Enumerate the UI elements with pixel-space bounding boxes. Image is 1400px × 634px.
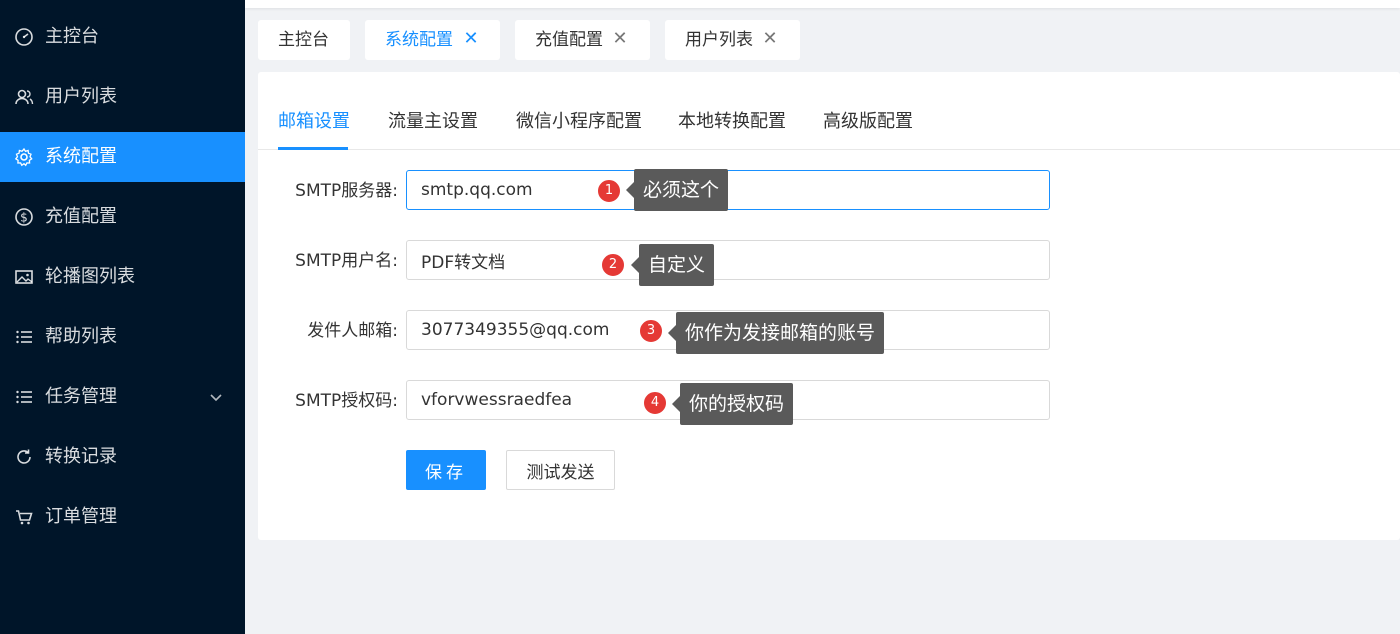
step-badge: 3 [638, 318, 664, 344]
sidebar-item-tasks[interactable]: 任务管理 [0, 372, 245, 422]
config-subtabs: 邮箱设置 流量主设置 微信小程序配置 本地转换配置 高级版配置 [258, 102, 1400, 150]
chevron-down-icon [208, 389, 224, 405]
annotation-tooltip: 你作为发接邮箱的账号 [667, 312, 885, 354]
tab-dashboard[interactable]: 主控台 [258, 20, 350, 60]
list-icon [14, 327, 34, 347]
tab-label: 主控台 [278, 30, 329, 50]
smtp-auth-code-label: SMTP授权码: [295, 391, 398, 411]
sidebar-item-recharge-config[interactable]: $ 充值配置 [0, 192, 245, 242]
smtp-username-label: SMTP用户名: [295, 251, 398, 271]
subtab-local-conversion[interactable]: 本地转换配置 [678, 110, 786, 134]
sender-email-label: 发件人邮箱: [307, 321, 398, 341]
close-icon[interactable]: ✕ [462, 30, 480, 48]
close-icon[interactable]: ✕ [761, 30, 779, 48]
dashboard-icon [14, 27, 34, 47]
step-badge: 4 [642, 390, 668, 416]
sidebar-item-orders[interactable]: 订单管理 [0, 492, 245, 542]
tab-system-config[interactable]: 系统配置 ✕ [365, 20, 500, 60]
sidebar-item-carousel[interactable]: 轮播图列表 [0, 252, 245, 302]
tab-label: 充值配置 [535, 30, 603, 50]
tab-user-list[interactable]: 用户列表 ✕ [665, 20, 800, 60]
tab-label: 用户列表 [685, 30, 753, 50]
close-icon[interactable]: ✕ [611, 30, 629, 48]
svg-text:$: $ [20, 211, 28, 225]
sidebar-item-label: 充值配置 [45, 206, 117, 227]
subtab-advanced-config[interactable]: 高级版配置 [823, 110, 913, 134]
step-badge: 1 [596, 178, 622, 204]
subtab-wechat-miniprogram[interactable]: 微信小程序配置 [516, 110, 642, 134]
dollar-icon: $ [14, 207, 34, 227]
sidebar: 主控台 用户列表 系统配置 $ 充值配置 轮播图列表 帮助列表 任务管理 转换记… [0, 0, 245, 634]
sidebar-item-system-config[interactable]: 系统配置 [0, 132, 245, 182]
sidebar-item-label: 订单管理 [45, 506, 117, 527]
subtab-email-settings[interactable]: 邮箱设置 [278, 110, 350, 134]
subtab-traffic-settings[interactable]: 流量主设置 [388, 110, 478, 134]
sidebar-item-label: 转换记录 [45, 446, 117, 467]
test-send-button[interactable]: 测试发送 [506, 450, 615, 490]
list-icon [14, 387, 34, 407]
active-tab-indicator [278, 147, 348, 150]
annotation-tooltip: 必须这个 [625, 169, 729, 211]
sidebar-item-label: 系统配置 [45, 146, 117, 167]
sidebar-item-label: 任务管理 [45, 386, 117, 407]
image-icon [14, 267, 34, 287]
gear-icon [14, 147, 34, 167]
annotation-tooltip: 自定义 [630, 244, 715, 286]
refresh-icon [14, 447, 34, 467]
cart-icon [14, 507, 34, 527]
header-bar [245, 0, 1400, 8]
sidebar-item-users[interactable]: 用户列表 [0, 72, 245, 122]
save-button[interactable]: 保存 [406, 450, 486, 490]
tab-label: 系统配置 [385, 30, 453, 50]
sidebar-item-dashboard[interactable]: 主控台 [0, 12, 245, 62]
smtp-server-label: SMTP服务器: [295, 181, 398, 201]
annotation-tooltip: 你的授权码 [671, 383, 794, 425]
sidebar-item-conversion-records[interactable]: 转换记录 [0, 432, 245, 482]
sidebar-item-label: 轮播图列表 [45, 266, 135, 287]
sidebar-item-label: 帮助列表 [45, 326, 117, 347]
tab-recharge-config[interactable]: 充值配置 ✕ [515, 20, 650, 60]
smtp-username-input[interactable] [406, 240, 1050, 280]
config-card: 邮箱设置 流量主设置 微信小程序配置 本地转换配置 高级版配置 SMTP服务器:… [258, 72, 1400, 540]
sidebar-item-label: 主控台 [45, 26, 99, 47]
step-badge: 2 [600, 252, 626, 278]
sidebar-item-label: 用户列表 [45, 86, 117, 107]
users-icon [14, 87, 34, 107]
sidebar-item-help[interactable]: 帮助列表 [0, 312, 245, 362]
